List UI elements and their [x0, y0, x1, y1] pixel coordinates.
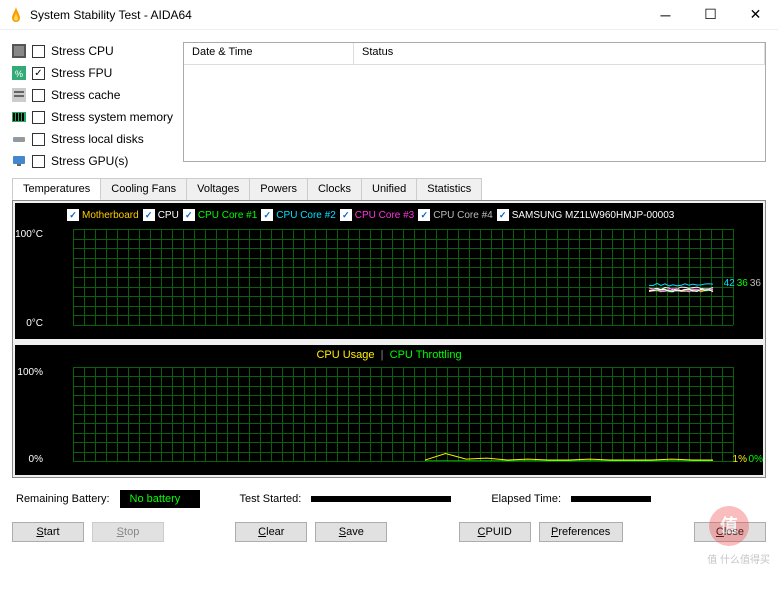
- stress-label: Stress cache: [51, 88, 120, 102]
- usage-ymin: 0%: [15, 454, 43, 465]
- usage-ymax: 100%: [15, 367, 43, 378]
- app-icon: [8, 7, 24, 23]
- clear-button[interactable]: Clear: [235, 522, 307, 542]
- stress-label: Stress FPU: [51, 66, 112, 80]
- started-value: [311, 496, 451, 502]
- stress-icon: [12, 110, 26, 124]
- stress-label: Stress local disks: [51, 132, 144, 146]
- stress-icon: [12, 132, 26, 146]
- temp-endval: 36: [750, 278, 761, 289]
- svg-text:值: 值: [720, 515, 738, 536]
- tab-powers[interactable]: Powers: [249, 178, 308, 200]
- stress-checkbox[interactable]: [32, 45, 45, 58]
- graph-panel: ✓Motherboard ✓CPU ✓CPU Core #1 ✓CPU Core #2…: [12, 200, 766, 478]
- watermark: 值 值 什么值得买: [707, 504, 770, 566]
- battery-value: No battery: [120, 490, 200, 508]
- stress-icon: [12, 154, 26, 168]
- legend-item[interactable]: ✓CPU Core #2: [261, 209, 335, 221]
- temp-ymax: 100°C: [15, 229, 43, 240]
- stress-icon: %: [12, 66, 26, 80]
- window-title: System Stability Test - AIDA64: [30, 8, 643, 22]
- tab-clocks[interactable]: Clocks: [307, 178, 362, 200]
- stress-icon: [12, 88, 26, 102]
- tab-cooling-fans[interactable]: Cooling Fans: [100, 178, 187, 200]
- temperature-graph: ✓Motherboard ✓CPU ✓CPU Core #1 ✓CPU Core #2…: [15, 203, 763, 339]
- temp-endval: 42: [724, 278, 735, 289]
- elapsed-value: [571, 496, 651, 502]
- save-button[interactable]: Save: [315, 522, 387, 542]
- stress-label: Stress system memory: [51, 110, 173, 124]
- stress-label: Stress GPU(s): [51, 154, 128, 168]
- tab-temperatures[interactable]: Temperatures: [12, 178, 101, 200]
- col-date: Date & Time: [184, 43, 354, 64]
- tab-statistics[interactable]: Statistics: [416, 178, 482, 200]
- usage-end2: 0%: [749, 454, 763, 465]
- tab-voltages[interactable]: Voltages: [186, 178, 250, 200]
- legend-item[interactable]: ✓SAMSUNG MZ1LW960HMJP-00003: [497, 209, 675, 221]
- status-row: Remaining Battery: No battery Test Start…: [12, 478, 766, 516]
- tab-unified[interactable]: Unified: [361, 178, 417, 200]
- usage-end1: 1%: [733, 454, 747, 465]
- stress-checkbox[interactable]: [32, 133, 45, 146]
- log-table: Date & Time Status: [183, 42, 766, 162]
- stress-icon: [12, 44, 26, 58]
- legend-item[interactable]: ✓CPU Core #4: [418, 209, 492, 221]
- usage-legend: CPU Usage | CPU Throttling: [15, 345, 763, 363]
- temp-endval: 36: [737, 278, 748, 289]
- stop-button: Stop: [92, 522, 164, 542]
- button-row: Start Stop Clear Save CPUID Preferences …: [12, 516, 766, 548]
- close-button[interactable]: ✕: [733, 0, 778, 30]
- minimize-button[interactable]: ─: [643, 0, 688, 30]
- stress-checkbox[interactable]: [32, 89, 45, 102]
- titlebar: System Stability Test - AIDA64 ─ ☐ ✕: [0, 0, 778, 30]
- start-button[interactable]: Start: [12, 522, 84, 542]
- started-label: Test Started:: [240, 493, 302, 505]
- legend-item[interactable]: ✓CPU: [143, 209, 179, 221]
- stress-checkbox[interactable]: [32, 155, 45, 168]
- stress-checkbox[interactable]: [32, 111, 45, 124]
- cpuid-button[interactable]: CPUID: [459, 522, 531, 542]
- legend-item[interactable]: ✓Motherboard: [67, 209, 139, 221]
- temp-ymin: 0°C: [15, 318, 43, 329]
- maximize-button[interactable]: ☐: [688, 0, 733, 30]
- elapsed-label: Elapsed Time:: [491, 493, 561, 505]
- svg-text:%: %: [15, 69, 23, 79]
- tabs: TemperaturesCooling FansVoltagesPowersCl…: [12, 178, 766, 200]
- battery-label: Remaining Battery:: [16, 493, 110, 505]
- legend-item[interactable]: ✓CPU Core #3: [340, 209, 414, 221]
- stress-options: Stress CPU% ✓ Stress FPU Stress cache Stress…: [12, 42, 173, 170]
- stress-checkbox[interactable]: ✓: [32, 67, 45, 80]
- col-status: Status: [354, 43, 765, 64]
- preferences-button[interactable]: Preferences: [539, 522, 623, 542]
- stress-label: Stress CPU: [51, 44, 114, 58]
- usage-graph: CPU Usage | CPU Throttling 100% 0% 1% 0%: [15, 345, 763, 475]
- legend-item[interactable]: ✓CPU Core #1: [183, 209, 257, 221]
